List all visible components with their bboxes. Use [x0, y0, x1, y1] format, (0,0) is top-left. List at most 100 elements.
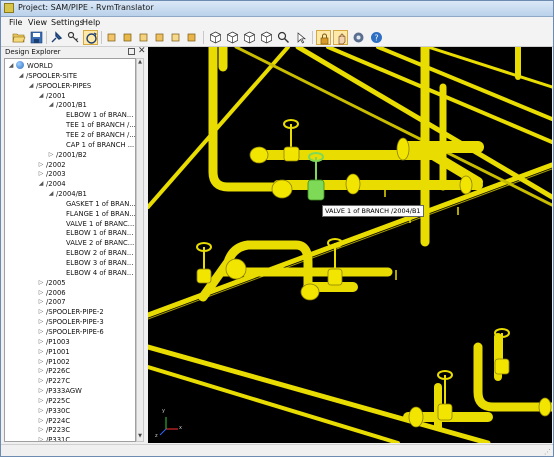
tree-item[interactable]: ▷/2005 — [5, 278, 135, 288]
cube-view-3-icon[interactable] — [259, 30, 274, 45]
tree-item[interactable]: ▷/P225C — [5, 396, 135, 406]
tree-item[interactable]: ▷/SPOOLER-PIPE-6 — [5, 327, 135, 337]
expanded-arrow-icon[interactable]: ◢ — [48, 101, 54, 109]
pin-icon[interactable] — [49, 30, 64, 45]
close-panel-icon[interactable]: ✕ — [138, 46, 146, 56]
tree-item[interactable]: ELBOW 1 of BRAN... — [5, 228, 135, 238]
collapsed-arrow-icon[interactable]: ▷ — [38, 289, 44, 297]
collapsed-arrow-icon[interactable]: ▷ — [38, 387, 44, 395]
pipe-model[interactable] — [148, 47, 552, 443]
lock-icon[interactable] — [316, 30, 331, 45]
scroll-down-icon[interactable]: ▼ — [137, 433, 143, 441]
expanded-arrow-icon[interactable]: ◢ — [28, 82, 34, 90]
resize-grip-icon[interactable]: ⋰ — [544, 448, 551, 456]
collapsed-arrow-icon[interactable]: ▷ — [38, 170, 44, 178]
collapsed-arrow-icon[interactable]: ▷ — [38, 338, 44, 346]
tree-item[interactable]: VALVE 2 of BRANC... — [5, 238, 135, 248]
collapsed-arrow-icon[interactable]: ▷ — [38, 377, 44, 385]
view-iso-icon[interactable] — [208, 30, 223, 45]
menu-file[interactable]: File — [9, 18, 22, 27]
menu-help[interactable]: Help — [82, 18, 100, 27]
select-tool-icon[interactable] — [294, 30, 309, 45]
tree-item[interactable]: ▷/2001/B2 — [5, 150, 135, 160]
tree-item[interactable]: TEE 2 of BRANCH /... — [5, 130, 135, 140]
tree-item[interactable]: GASKET 1 of BRAN... — [5, 199, 135, 209]
tree-item[interactable]: ▷/2003 — [5, 169, 135, 179]
expanded-arrow-icon[interactable]: ◢ — [18, 72, 24, 80]
view-bottom-icon[interactable] — [184, 30, 199, 45]
tree-item[interactable]: ELBOW 3 of BRAN... — [5, 258, 135, 268]
settings-icon[interactable] — [351, 30, 366, 45]
expanded-arrow-icon[interactable]: ◢ — [48, 190, 54, 198]
tree-item[interactable]: VALVE 1 of BRANC... — [5, 219, 135, 229]
tree-item[interactable]: ▷/P223C — [5, 425, 135, 435]
expanded-arrow-icon[interactable]: ◢ — [38, 180, 44, 188]
tree-item[interactable]: ▷/P1001 — [5, 347, 135, 357]
menu-settings[interactable]: Settings — [51, 18, 84, 27]
view-top-icon[interactable] — [168, 30, 183, 45]
expanded-arrow-icon[interactable]: ◢ — [8, 62, 14, 70]
collapsed-arrow-icon[interactable]: ▷ — [38, 161, 44, 169]
tree-item[interactable]: CAP 1 of BRANCH ... — [5, 140, 135, 150]
tree-item[interactable]: TEE 1 of BRANCH /... — [5, 120, 135, 130]
help-icon[interactable]: ? — [369, 30, 384, 45]
tree-item[interactable]: ◢/2004 — [5, 179, 135, 189]
design-tree[interactable]: ◢ WORLD ◢/SPOOLER-SITE ◢/SPOOLER-PIPES ◢/200… — [4, 58, 136, 442]
collapsed-arrow-icon[interactable]: ▷ — [38, 367, 44, 375]
collapsed-arrow-icon[interactable]: ▷ — [38, 426, 44, 434]
tree-item[interactable]: ◢/2004/B1 — [5, 189, 135, 199]
tree-item[interactable]: ◢/2001 — [5, 91, 135, 101]
tree-item[interactable]: ▷/P333AGW — [5, 386, 135, 396]
tree-item[interactable]: ▷/SPOOLER-PIPE-2 — [5, 307, 135, 317]
scroll-up-icon[interactable]: ▲ — [137, 59, 143, 67]
tree-item[interactable]: FLANGE 1 of BRAN... — [5, 209, 135, 219]
tree-item[interactable]: ▷/P1003 — [5, 337, 135, 347]
collapsed-arrow-icon[interactable]: ▷ — [38, 407, 44, 415]
tree-item[interactable]: ▷/SPOOLER-PIPE-3 — [5, 317, 135, 327]
tree-item[interactable]: ▷/2007 — [5, 297, 135, 307]
view-back-icon[interactable] — [120, 30, 135, 45]
collapsed-arrow-icon[interactable]: ▷ — [48, 151, 54, 159]
zoom-icon[interactable] — [276, 30, 291, 45]
menu-view[interactable]: View — [28, 18, 47, 27]
collapsed-arrow-icon[interactable]: ▷ — [38, 397, 44, 405]
tree-item[interactable]: ELBOW 4 of BRAN... — [5, 268, 135, 278]
rotate-icon[interactable] — [83, 30, 98, 45]
collapsed-arrow-icon[interactable]: ▷ — [38, 279, 44, 287]
tree-item[interactable]: ELBOW 1 of BRAN... — [5, 110, 135, 120]
collapsed-arrow-icon[interactable]: ▷ — [38, 318, 44, 326]
tree-item[interactable]: ▷/P331C — [5, 435, 135, 441]
save-icon[interactable] — [29, 30, 44, 45]
tree-item[interactable]: ▷/P330C — [5, 406, 135, 416]
view-left-icon[interactable] — [136, 30, 151, 45]
tree-item[interactable]: ◢/SPOOLER-PIPES — [5, 81, 135, 91]
view-front-icon[interactable] — [104, 30, 119, 45]
collapsed-arrow-icon[interactable]: ▷ — [38, 298, 44, 306]
collapsed-arrow-icon[interactable]: ▷ — [38, 436, 44, 441]
tree-item[interactable]: ▷/2002 — [5, 160, 135, 170]
tree-item[interactable]: ▷/P226C — [5, 366, 135, 376]
open-file-icon[interactable] — [11, 30, 26, 45]
cube-view-icon[interactable] — [225, 30, 240, 45]
float-panel-icon[interactable] — [128, 48, 135, 55]
tree-item[interactable]: ◢/SPOOLER-SITE — [5, 71, 135, 81]
tree-item[interactable]: ▷/P1002 — [5, 357, 135, 367]
tree-scrollbar[interactable]: ▲ ▼ — [136, 58, 144, 442]
tree-item[interactable]: ELBOW 2 of BRAN... — [5, 248, 135, 258]
cube-view-2-icon[interactable] — [242, 30, 257, 45]
3d-viewport[interactable]: y x z VALVE 1 of BRANCH /2004/B1 — [148, 47, 552, 443]
view-right-icon[interactable] — [152, 30, 167, 45]
collapsed-arrow-icon[interactable]: ▷ — [38, 417, 44, 425]
tree-item[interactable]: ◢ WORLD — [5, 61, 135, 71]
collapsed-arrow-icon[interactable]: ▷ — [38, 328, 44, 336]
tree-item[interactable]: ▷/P224C — [5, 416, 135, 426]
expanded-arrow-icon[interactable]: ◢ — [38, 92, 44, 100]
tree-item[interactable]: ▷/2006 — [5, 288, 135, 298]
hand-icon[interactable] — [333, 30, 348, 45]
tree-item[interactable]: ◢/2001/B1 — [5, 100, 135, 110]
collapsed-arrow-icon[interactable]: ▷ — [38, 358, 44, 366]
tree-item[interactable]: ▷/P227C — [5, 376, 135, 386]
key-icon[interactable] — [66, 30, 81, 45]
collapsed-arrow-icon[interactable]: ▷ — [38, 308, 44, 316]
collapsed-arrow-icon[interactable]: ▷ — [38, 348, 44, 356]
